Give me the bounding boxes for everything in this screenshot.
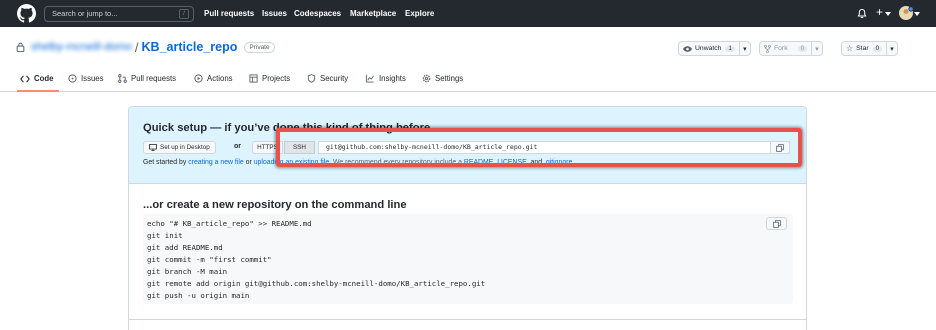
repo-name-link[interactable]: KB_article_repo (142, 40, 238, 54)
repo-tabs: Code Issues Pull requests Actions Projec… (0, 66, 936, 92)
avatar[interactable] (899, 6, 913, 20)
repo-path-separator: / (134, 39, 139, 55)
fork-count: 0 (797, 45, 807, 52)
fork-button[interactable]: Fork 0 ▾ (759, 41, 823, 56)
global-header: Search or jump to... / Pull requests Iss… (0, 0, 936, 27)
desktop-icon (149, 144, 157, 151)
fork-label: Fork (774, 45, 788, 52)
search-placeholder: Search or jump to... (52, 9, 118, 18)
nav-pull-requests[interactable]: Pull requests (204, 9, 254, 18)
code-line: echo "# KB_article_repo" >> README.md (147, 219, 312, 228)
eye-icon (683, 45, 692, 52)
getting-started-or: or (243, 159, 254, 166)
tab-security-label: Security (320, 74, 349, 83)
code-icon (20, 74, 30, 83)
repo-owner-link[interactable]: shelby-mcneill-domo (31, 41, 132, 53)
unwatch-dropdown-chevron-icon[interactable]: ▾ (738, 42, 750, 55)
search-shortcut-key: / (179, 9, 189, 19)
star-icon: ☆ (846, 44, 854, 53)
nav-codespaces[interactable]: Codespaces (294, 9, 341, 18)
bell-icon[interactable] (857, 8, 867, 19)
tab-pull-requests[interactable]: Pull requests (118, 74, 176, 83)
chevron-down-icon[interactable] (885, 12, 891, 16)
star-count: 0 (872, 45, 882, 52)
fork-dropdown-chevron-icon[interactable]: ▾ (810, 42, 822, 55)
command-line-title: ...or create a new repository on the com… (143, 199, 407, 211)
github-logo-icon[interactable] (17, 4, 36, 23)
tab-projects-label: Projects (262, 74, 291, 83)
copy-commands-button[interactable] (766, 217, 787, 230)
command-line-code-block[interactable]: echo "# KB_article_repo" >> README.md gi… (143, 214, 793, 304)
unwatch-label: Unwatch (695, 45, 722, 52)
tab-insights[interactable]: Insights (365, 74, 406, 83)
copy-icon (772, 219, 781, 228)
tab-pull-requests-label: Pull requests (131, 74, 177, 83)
getting-started-prefix: Get started by (143, 159, 189, 166)
or-label: or (234, 143, 241, 150)
tab-issues[interactable]: Issues (68, 74, 104, 83)
star-dropdown-chevron-icon[interactable]: ▾ (885, 42, 897, 55)
lock-icon (16, 42, 25, 52)
star-button[interactable]: ☆ Star 0 ▾ (841, 41, 898, 56)
graph-icon (365, 74, 374, 83)
star-label: Star (856, 45, 869, 52)
code-line: git remote add origin git@github.com:she… (147, 279, 486, 288)
visibility-badge: Private (244, 41, 275, 53)
chevron-down-icon[interactable] (914, 12, 920, 16)
tab-security[interactable]: Security (307, 74, 348, 83)
code-line: git branch -M main (147, 267, 228, 276)
gear-icon (422, 74, 431, 83)
tab-actions-label: Actions (207, 74, 233, 83)
tab-actions[interactable]: Actions (194, 74, 233, 83)
create-new-plus-icon[interactable]: + (876, 5, 883, 19)
repo-title: shelby-mcneill-domo / KB_article_repo Pr… (16, 39, 275, 55)
create-new-file-link[interactable]: creating a new file (188, 159, 244, 166)
code-line: git add README.md (147, 243, 223, 252)
code-line: git commit -m "first commit" (147, 255, 272, 264)
setup-desktop-button[interactable]: Set up in Desktop (143, 141, 216, 154)
tab-settings[interactable]: Settings (422, 74, 463, 83)
nav-marketplace[interactable]: Marketplace (350, 9, 396, 18)
issue-icon (68, 74, 77, 83)
section-divider (129, 319, 806, 320)
tab-code[interactable]: Code (20, 74, 54, 83)
fork-icon (764, 44, 771, 53)
nav-explore[interactable]: Explore (405, 9, 434, 18)
tab-code-label: Code (34, 74, 54, 83)
code-line: git push -u origin main (147, 291, 250, 300)
pull-request-icon (118, 74, 127, 83)
tab-issues-label: Issues (81, 74, 104, 83)
code-line: git init (147, 231, 183, 240)
setup-desktop-label: Set up in Desktop (160, 144, 210, 151)
highlight-annotation-box (276, 128, 802, 167)
nav-issues[interactable]: Issues (262, 9, 287, 18)
play-circle-icon (194, 74, 203, 83)
active-tab-indicator (17, 90, 59, 92)
unwatch-button[interactable]: Unwatch 1 ▾ (678, 41, 751, 56)
tab-settings-label: Settings (435, 74, 464, 83)
table-icon (249, 74, 258, 83)
shield-icon (307, 74, 316, 83)
watch-count: 1 (725, 45, 735, 52)
search-input[interactable]: Search or jump to... / (44, 6, 194, 22)
tab-insights-label: Insights (379, 74, 406, 83)
tab-projects[interactable]: Projects (249, 74, 290, 83)
